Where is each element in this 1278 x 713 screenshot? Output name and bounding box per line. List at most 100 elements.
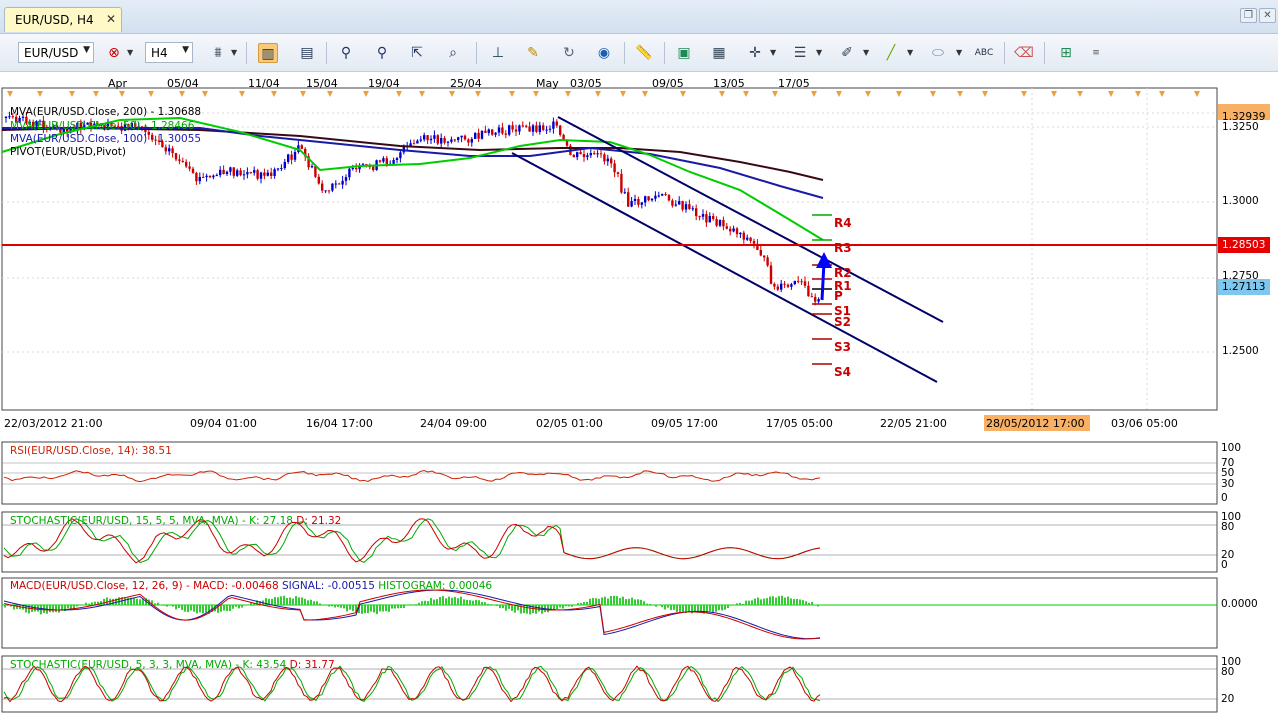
bar-type-icon[interactable]: ⩩ [208, 43, 228, 63]
macd-histogram-bar [808, 602, 810, 605]
macd-histogram-bar [352, 605, 354, 612]
eraser-icon[interactable]: ⌫ [1014, 43, 1034, 63]
chart-workspace[interactable] [0, 72, 1278, 713]
zoom-area-icon[interactable]: ⌕ [443, 43, 463, 63]
candle-body [382, 158, 385, 162]
candle-body [742, 232, 745, 240]
candle-body [195, 172, 198, 182]
chevron-down-icon[interactable]: ▼ [863, 48, 869, 57]
candle-body [412, 143, 416, 145]
chevron-down-icon[interactable]: ▼ [956, 48, 962, 57]
chart-tab[interactable]: EUR/USD, H4 ✕ [4, 7, 122, 32]
macd-histogram-bar [76, 605, 78, 607]
candle-body [338, 183, 341, 185]
ruler-icon[interactable]: 📏 [634, 43, 654, 63]
chart-canvas[interactable] [0, 72, 1278, 713]
macd-histogram-bar [391, 605, 393, 609]
restore-window-button[interactable]: ❐ [1240, 8, 1257, 23]
macd-histogram-bar [373, 605, 375, 613]
candle-body [786, 284, 790, 287]
candle-body [242, 174, 246, 176]
time-axis-label: 24/04 09:00 [420, 417, 487, 430]
text-tool-icon[interactable]: ABC [974, 43, 994, 63]
pen-icon[interactable]: ✐ [837, 43, 857, 63]
candle-body [627, 192, 630, 207]
chevron-down-icon[interactable]: ▼ [907, 48, 913, 57]
close-tab-icon[interactable]: ✕ [106, 12, 116, 26]
top-date-label: 19/04 [368, 77, 400, 90]
candle-body [314, 166, 317, 177]
candle-body [521, 125, 524, 127]
close-window-button[interactable]: ✕ [1259, 8, 1276, 23]
macd-histogram-bar [514, 605, 516, 613]
macd-histogram-bar [751, 600, 753, 605]
time-axis-label: 03/06 05:00 [1111, 417, 1178, 430]
data-box-icon[interactable]: ⊥ [488, 43, 508, 63]
macd-histogram-bar [661, 605, 663, 608]
template-icon[interactable]: ▦ [709, 43, 729, 63]
cursor-icon[interactable]: ⇱ [407, 43, 427, 63]
candle-body [341, 180, 344, 185]
globe-icon[interactable]: ◉ [594, 43, 614, 63]
candle-body [171, 148, 174, 154]
macd-histogram-bar [619, 598, 621, 605]
macd-histogram-bar [349, 605, 351, 610]
title-bar: EUR/USD, H4 ✕ ❐ ✕ [0, 0, 1278, 34]
macd-histogram-bar [175, 605, 177, 610]
macd-histogram-bar [487, 603, 489, 605]
candle-body [205, 175, 208, 178]
candle-body [348, 168, 351, 178]
macd-histogram-bar [652, 605, 654, 606]
candle-body [542, 125, 545, 130]
symbol-select[interactable]: EUR/USD ▼ [18, 42, 94, 63]
object-tree-icon[interactable]: ⊞ [1056, 43, 1076, 63]
macd-histogram-bar [781, 595, 783, 605]
macd-histogram-bar [793, 599, 795, 605]
macd-histogram-bar [556, 605, 558, 610]
candle-chart-icon[interactable]: ▥ [258, 43, 278, 63]
rsi-axis-label: 0 [1221, 492, 1228, 504]
line-chart-icon[interactable]: ▤ [297, 43, 317, 63]
crosshair-icon[interactable]: ✛ [745, 43, 765, 63]
macd-histogram-bar [568, 605, 570, 607]
candle-body [579, 152, 582, 155]
highlight-icon[interactable]: ✎ [523, 43, 543, 63]
candle-body [773, 283, 776, 287]
candle-body [545, 129, 548, 131]
indicators-icon[interactable]: ☰ [790, 43, 810, 63]
trading-app: EUR/USD, H4 ✕ ❐ ✕ EUR/USD ▼ ⊗ ▼ H4 ▼ ⩩ ▼… [0, 0, 1278, 713]
stochastic-axis-label: 80 [1221, 521, 1235, 533]
chevron-down-icon[interactable]: ▼ [770, 48, 776, 57]
candle-body [446, 141, 450, 143]
candle-body [698, 216, 701, 218]
chevron-down-icon[interactable]: ▼ [816, 48, 822, 57]
macd-legend: MACD(EUR/USD.Close, 12, 26, 9) - MACD: -… [10, 580, 492, 592]
line-tool-icon[interactable]: ╱ [881, 43, 901, 63]
chevron-down-icon[interactable]: ▼ [127, 48, 133, 57]
price-current-label: 1.27113 [1222, 281, 1266, 293]
macd-histogram-bar [103, 598, 105, 605]
top-date-label: 25/04 [450, 77, 482, 90]
ellipse-icon[interactable]: ⬭ [928, 43, 948, 63]
macd-histogram-bar [307, 600, 309, 605]
macd-histogram-bar [4, 605, 6, 608]
macd-histogram-bar [805, 601, 807, 605]
macd-histogram-bar [622, 596, 624, 605]
zoom-in-icon[interactable]: ⚲ [336, 43, 356, 63]
macd-histogram-bar [565, 605, 567, 607]
refresh-icon[interactable]: ↻ [559, 43, 579, 63]
zoom-out-icon[interactable]: ⚲ [372, 43, 392, 63]
timeframe-select[interactable]: H4 ▼ [145, 42, 193, 63]
instrument-remove-icon[interactable]: ⊗ [104, 43, 124, 63]
candle-body [470, 138, 473, 143]
macd-histogram-bar [304, 598, 306, 605]
macd-histogram-bar [679, 605, 681, 613]
time-axis-label: 09/04 01:00 [190, 417, 257, 430]
image-icon[interactable]: ▣ [674, 43, 694, 63]
chevron-down-icon[interactable]: ▼ [231, 48, 237, 57]
macd-histogram-bar [220, 605, 222, 612]
macd-histogram-bar [283, 595, 285, 605]
candle-body [531, 125, 535, 132]
toolbar-overflow-icon[interactable]: ≡ [1086, 43, 1106, 63]
macd-histogram-bar [232, 605, 234, 609]
